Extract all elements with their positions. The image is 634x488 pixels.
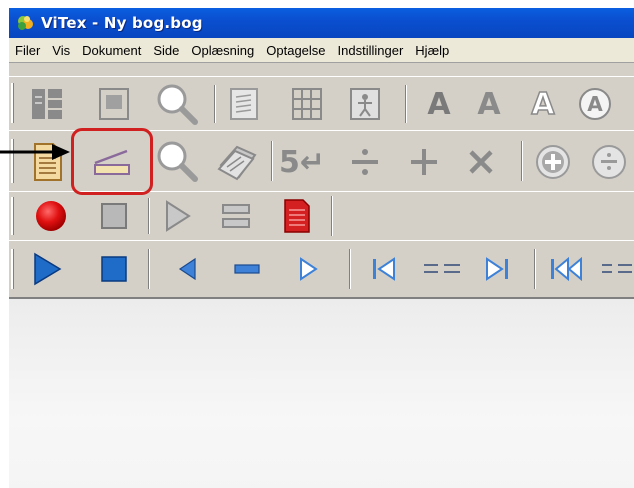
font-larger-button[interactable]: A xyxy=(469,87,509,123)
figure-icon xyxy=(350,88,380,120)
title-bar: ViTex - Ny bog.bog xyxy=(9,8,634,38)
skip-start-icon xyxy=(373,257,395,281)
text-page-icon xyxy=(230,88,258,120)
recording-file-button[interactable] xyxy=(277,196,317,236)
app-icon xyxy=(18,16,33,30)
toolbar-view: A A A A xyxy=(9,76,634,131)
magnifier-icon xyxy=(157,141,198,182)
stop-button[interactable] xyxy=(94,249,134,289)
play-button[interactable] xyxy=(27,249,67,289)
zoom-page-button[interactable] xyxy=(154,139,200,183)
triangle-left-icon xyxy=(178,257,196,281)
image-button[interactable] xyxy=(345,85,385,123)
toolbar-separator xyxy=(521,141,523,181)
layout-button[interactable] xyxy=(27,85,67,123)
toolbar-separator xyxy=(148,198,150,234)
menu-bar: Filer Vis Dokument Side Oplæsning Optage… xyxy=(9,38,634,63)
toolbar-separator xyxy=(405,85,407,123)
divide-button[interactable] xyxy=(345,141,385,183)
pointer-arrow-icon xyxy=(0,144,70,160)
toolbar-separator xyxy=(214,85,216,123)
stop-icon xyxy=(101,203,127,229)
toolbar-recording xyxy=(9,191,634,241)
toolbar-playback xyxy=(9,240,634,298)
menu-hjaelp[interactable]: Hjælp xyxy=(409,43,455,58)
scanner-highlight xyxy=(71,128,153,195)
pause-recording-button[interactable] xyxy=(216,198,256,234)
menu-vis[interactable]: Vis xyxy=(46,43,76,58)
play-icon xyxy=(34,252,62,286)
rewind-icon xyxy=(551,257,582,281)
record-icon xyxy=(36,201,66,231)
menu-dokument[interactable]: Dokument xyxy=(76,43,147,58)
font-bold-button[interactable]: A xyxy=(419,87,459,123)
skip-end-icon xyxy=(486,257,508,281)
menu-side[interactable]: Side xyxy=(147,43,185,58)
stop-record-button[interactable] xyxy=(94,198,134,234)
table-icon xyxy=(292,88,322,120)
rewind-button[interactable] xyxy=(544,249,588,289)
text-page-button[interactable] xyxy=(224,85,264,123)
circle-a-icon: A xyxy=(579,88,611,120)
fast-lines-button[interactable] xyxy=(597,249,634,289)
dash-icon xyxy=(234,264,260,274)
menu-indstillinger[interactable]: Indstillinger xyxy=(332,43,410,58)
stop-icon xyxy=(101,256,127,282)
window-title: ViTex - Ny bog.bog xyxy=(41,14,203,32)
page-icon xyxy=(99,88,129,120)
plus-circle-icon xyxy=(536,145,570,179)
triangle-right-icon xyxy=(300,257,318,281)
page-view-button[interactable] xyxy=(94,85,134,123)
stacked-pages-icon xyxy=(217,145,257,181)
toolbar-grip[interactable] xyxy=(11,197,14,235)
menu-optagelse[interactable]: Optagelse xyxy=(260,43,331,58)
font-circle-button[interactable]: A xyxy=(575,85,615,123)
first-button[interactable] xyxy=(364,249,404,289)
zoom-button[interactable] xyxy=(154,83,200,125)
dashed-lines-icon xyxy=(602,264,632,273)
divide-circle-button[interactable] xyxy=(587,141,631,183)
toolbar-separator xyxy=(349,249,351,289)
play-icon xyxy=(166,200,191,232)
toolbar-separator xyxy=(148,249,150,289)
pause-button[interactable] xyxy=(227,249,267,289)
dashed-lines-icon xyxy=(424,264,460,273)
toolbar-separator xyxy=(534,249,536,289)
page-number-button[interactable]: 5↵ xyxy=(277,143,327,181)
pause-bars-icon xyxy=(222,204,250,228)
pages-button[interactable] xyxy=(213,141,261,183)
close-icon xyxy=(469,150,493,174)
layout-icon xyxy=(32,89,62,119)
line-jump-button[interactable] xyxy=(419,249,465,289)
app-window: ViTex - Ny bog.bog Filer Vis Dokument Si… xyxy=(9,8,634,488)
previous-button[interactable] xyxy=(167,249,207,289)
toolbar-grip[interactable] xyxy=(11,249,14,289)
red-document-icon xyxy=(284,199,310,233)
record-button[interactable] xyxy=(31,198,71,234)
toolbar-separator xyxy=(331,196,333,236)
next-button[interactable] xyxy=(289,249,329,289)
plus-icon xyxy=(411,149,437,175)
play-recording-button[interactable] xyxy=(157,198,197,234)
document-area[interactable] xyxy=(9,297,634,488)
toolbar-separator xyxy=(271,141,273,181)
divide-circle-icon xyxy=(592,145,626,179)
delete-button[interactable] xyxy=(461,141,501,183)
divide-icon xyxy=(352,149,378,175)
menu-oplaesning[interactable]: Oplæsning xyxy=(185,43,260,58)
magnifier-icon xyxy=(157,84,198,125)
font-outline-button[interactable]: A xyxy=(523,87,563,123)
toolbar-grip[interactable] xyxy=(11,83,14,123)
menu-filer[interactable]: Filer xyxy=(9,43,46,58)
table-button[interactable] xyxy=(287,85,327,123)
add-button[interactable] xyxy=(404,141,444,183)
add-circle-button[interactable] xyxy=(531,141,575,183)
last-button[interactable] xyxy=(477,249,517,289)
